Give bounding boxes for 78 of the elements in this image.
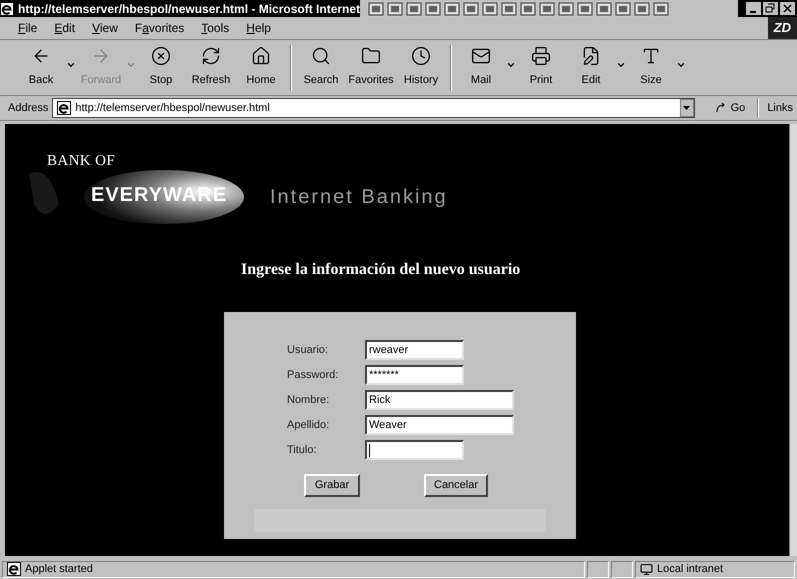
stop-icon — [151, 46, 171, 66]
input-field[interactable]: Weaver — [365, 415, 514, 435]
app-shortcut-icon[interactable] — [596, 2, 612, 16]
house-icon — [251, 46, 271, 66]
toolbar-button[interactable]: Print — [516, 46, 566, 89]
links-button[interactable]: Links — [763, 100, 797, 116]
menu-item[interactable]: File — [12, 19, 44, 37]
input-field[interactable] — [365, 440, 464, 460]
caret-icon — [683, 106, 690, 110]
tagline: Internet Banking — [270, 185, 448, 210]
input-field[interactable]: ******* — [365, 365, 464, 385]
window-title: http://telemserver/hbespol/newuser.html - Microsoft Internet — [18, 0, 360, 18]
app-shortcut-icon[interactable] — [387, 2, 404, 16]
form-button[interactable]: Grabar — [304, 474, 360, 497]
field-label: Nombre: — [287, 392, 330, 408]
logo-text: BANK OF — [47, 152, 116, 171]
toolbar-button[interactable]: Search — [296, 46, 346, 89]
page-heading: Ingrese la información del nuevo usuario — [241, 260, 522, 280]
app-shortcut-icon[interactable] — [463, 2, 480, 16]
font-size-icon — [641, 46, 661, 66]
refresh-icon — [201, 46, 221, 66]
menu-item[interactable]: Edit — [48, 19, 82, 37]
toolbar-button[interactable]: Size — [626, 46, 686, 89]
restore-icon[interactable] — [763, 2, 778, 15]
address-label: Address — [8, 100, 48, 116]
address-field[interactable]: http://telemserver/hbespol/newuser.html — [52, 98, 695, 118]
field-label: Apellido: — [287, 418, 330, 433]
app-shortcut-icon[interactable] — [406, 2, 422, 16]
page-icon — [7, 562, 21, 576]
status-message: Applet started — [25, 562, 93, 577]
toolbar-button[interactable]: Mail — [456, 46, 516, 89]
input-field[interactable]: Rick — [365, 390, 514, 410]
close-icon[interactable] — [780, 2, 795, 15]
app-shortcut-icon[interactable] — [558, 2, 574, 16]
status-panel — [611, 560, 633, 578]
app-shortcut-icon[interactable] — [520, 2, 536, 16]
app-shortcut-icon[interactable] — [577, 2, 594, 16]
app-shortcut-icon[interactable] — [653, 2, 670, 16]
menu-item[interactable]: Favorites — [128, 19, 190, 37]
app-shortcut-icon[interactable] — [425, 2, 442, 16]
network-computers-icon — [640, 562, 653, 576]
folder-icon — [361, 46, 381, 66]
scrollbar[interactable] — [789, 124, 797, 556]
go-button[interactable]: Go — [706, 100, 754, 116]
app-shortcut-icon[interactable] — [539, 2, 556, 16]
input-field[interactable]: rweaver — [365, 340, 464, 360]
toolbar-button[interactable]: Favorites — [346, 46, 396, 89]
printer-icon — [531, 46, 551, 66]
form-button[interactable]: Cancelar — [424, 474, 488, 497]
app-shortcut-icon[interactable] — [444, 2, 460, 16]
toolbar-button[interactable]: Refresh — [186, 46, 236, 89]
toolbar-button[interactable]: Home — [236, 46, 286, 89]
field-label: Usuario: — [287, 342, 329, 358]
app-shortcut-icon[interactable] — [634, 2, 650, 16]
search-icon — [311, 46, 331, 66]
go-arrow-icon — [714, 102, 727, 114]
edit-icon — [581, 46, 601, 66]
menu-item[interactable]: Tools — [195, 19, 236, 37]
page-icon — [57, 101, 72, 115]
toolbar-button[interactable]: History — [396, 46, 446, 89]
toolbar-button[interactable]: Back — [16, 46, 76, 89]
dropdown-button[interactable] — [680, 99, 694, 117]
menu-item[interactable]: View — [86, 19, 124, 37]
minimize-icon[interactable] — [746, 2, 761, 15]
clock-icon — [411, 46, 431, 66]
toolbar-button[interactable]: Edit — [566, 46, 626, 89]
app-shortcut-icon[interactable] — [501, 2, 518, 16]
field-label: Titulo: — [287, 442, 318, 458]
menu-item[interactable]: Help — [240, 19, 277, 37]
field-label: Password: — [287, 368, 340, 383]
app-shortcut-icon[interactable] — [482, 2, 498, 16]
security-zone: Local intranet — [657, 562, 724, 577]
toolbar-button[interactable]: Stop — [136, 46, 186, 89]
status-panel — [587, 560, 609, 578]
app-shortcut-icon[interactable] — [368, 2, 384, 16]
mail-icon — [471, 46, 491, 66]
app-shortcut-icon[interactable] — [615, 2, 632, 16]
brand-badge: ZD — [768, 17, 797, 39]
